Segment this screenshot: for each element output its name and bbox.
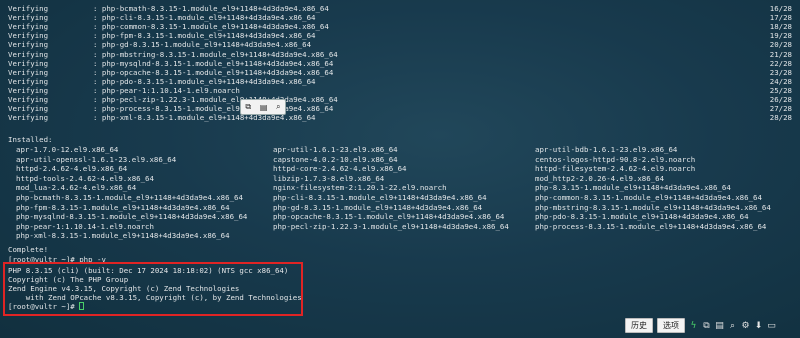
highlight-box — [3, 262, 303, 316]
copy-icon[interactable]: ⧉ — [702, 321, 711, 331]
search-icon[interactable]: ⌕ — [728, 321, 737, 331]
installed-package: php-xml-8.3.15-1.module_el9+1148+4d3da9e… — [16, 231, 230, 241]
verify-label: Verifying — [8, 85, 49, 95]
verify-row: Verifying : php-pecl-zip-1.22.3-1.module_… — [8, 95, 792, 104]
verify-label: Verifying — [8, 40, 49, 50]
installed-package: php-gd-8.3.15-1.module_el9+1148+4d3da9e4… — [273, 202, 483, 212]
verify-package: : php-mysqlnd-8.3.15-1.module_el9+1148+4… — [93, 58, 334, 68]
options-button[interactable]: 选项 — [657, 318, 685, 333]
verify-label: Verifying — [8, 22, 49, 32]
complete-text: Complete! — [8, 245, 49, 254]
installed-package: php-opcache-8.3.15-1.module_el9+1148+4d3… — [273, 212, 505, 222]
verify-row: Verifying : php-mysqlnd-8.3.15-1.module_e… — [8, 59, 792, 68]
download-icon[interactable]: ⬇ — [754, 321, 763, 331]
verify-package: : php-opcache-8.3.15-1.module_el9+1148+4… — [93, 67, 334, 77]
installed-package: php-cli-8.3.15-1.module_el9+1148+4d3da9e… — [273, 193, 487, 202]
installed-package: php-bcmath-8.3.15-1.module_el9+1148+4d3d… — [16, 193, 243, 202]
installed-package: apr-util-1.6.1-23.el9.x86_64 — [273, 145, 398, 154]
verify-row: Verifying : php-cli-8.3.15-1.module_el9+1… — [8, 13, 792, 22]
installed-package: libzip-1.7.3-8.el9.x86_64 — [273, 173, 385, 183]
gear-icon[interactable]: ⚙ — [741, 321, 750, 331]
upload-icon[interactable]: ▭ — [767, 321, 776, 331]
terminal-window[interactable]: Verifying : php-bcmath-8.3.15-1.module_el… — [0, 0, 800, 338]
verify-row: Verifying : php-gd-8.3.15-1.module_el9+11… — [8, 40, 792, 49]
installed-package: httpd-2.4.62-4.el9.x86_64 — [16, 164, 128, 174]
verify-progress: 28/28 — [769, 113, 792, 123]
history-button[interactable]: 历史 — [625, 318, 653, 333]
installed-package: mod_http2-2.0.26-4.el9.x86_64 — [535, 173, 665, 183]
verify-label: Verifying — [8, 95, 49, 104]
verify-label: Verifying — [8, 4, 49, 13]
verify-progress: 26/28 — [769, 95, 792, 104]
lightning-icon[interactable]: ϟ — [689, 321, 698, 331]
verify-row: Verifying : php-bcmath-8.3.15-1.module_el… — [8, 4, 792, 13]
verify-package: : php-pdo-8.3.15-1.module_el9+1148+4d3da… — [93, 76, 316, 86]
installed-package: php-pear-1:1.10.14-1.el9.noarch — [16, 221, 154, 231]
verify-row: Verifying : php-mbstring-8.3.15-1.module_… — [8, 50, 792, 59]
installed-header: Installed: — [8, 135, 53, 144]
installed-package: centos-logos-httpd-90.8-2.el9.noarch — [535, 154, 696, 164]
installed-package: php-common-8.3.15-1.module_el9+1148+4d3d… — [535, 193, 762, 202]
installed-package: php-process-8.3.15-1.module_el9+1148+4d3… — [535, 221, 767, 231]
verify-label: Verifying — [8, 67, 49, 77]
verify-label: Verifying — [8, 31, 49, 41]
verify-package: : php-cli-8.3.15-1.module_el9+1148+4d3da… — [93, 13, 316, 23]
installed-package: apr-util-bdb-1.6.1-23.el9.x86_64 — [535, 145, 678, 154]
installed-package: httpd-core-2.4.62-4.el9.x86_64 — [273, 164, 407, 174]
installed-package: php-pecl-zip-1.22.3-1.module_el9+1148+4d… — [273, 221, 509, 231]
verify-row: Verifying : php-opcache-8.3.15-1.module_e… — [8, 68, 792, 77]
verify-row: Verifying : php-pear-1:1.10.14-1.el9.noar… — [8, 86, 792, 95]
verify-progress: 21/28 — [769, 49, 792, 59]
verify-package: : php-fpm-8.3.15-1.module_el9+1148+4d3da… — [93, 31, 316, 41]
verify-package: : php-process-8.3.15-1.module_el9+1148+4… — [93, 104, 334, 114]
verify-package: : php-gd-8.3.15-1.module_el9+1148+4d3da9… — [93, 40, 312, 50]
verify-package: : php-common-8.3.15-1.module_el9+1148+4d… — [93, 22, 329, 32]
verify-progress: 23/28 — [769, 67, 792, 77]
installed-package: capstone-4.0.2-10.el9.x86_64 — [273, 154, 398, 164]
paste-icon[interactable]: ▤ — [715, 321, 724, 331]
verify-package: : php-mbstring-8.3.15-1.module_el9+1148+… — [93, 49, 338, 59]
installed-package: php-mbstring-8.3.15-1.module_el9+1148+4d… — [535, 202, 771, 212]
installed-package: php-8.3.15-1.module_el9+1148+4d3da9e4.x8… — [535, 183, 731, 193]
verify-label: Verifying — [8, 58, 49, 68]
verify-label: Verifying — [8, 49, 49, 59]
installed-package: php-fpm-8.3.15-1.module_el9+1148+4d3da9e… — [16, 202, 230, 212]
installed-package: php-pdo-8.3.15-1.module_el9+1148+4d3da9e… — [535, 212, 749, 222]
copy-icon[interactable]: ⧉ — [245, 102, 251, 112]
installed-package: mod_lua-2.4.62-4.el9.x86_64 — [16, 183, 137, 193]
installed-package: apr-util-openssl-1.6.1-23.el9.x86_64 — [16, 154, 177, 164]
verify-row: Verifying : php-fpm-8.3.15-1.module_el9+1… — [8, 31, 792, 40]
verify-progress: 18/28 — [769, 22, 792, 32]
verify-progress: 22/28 — [769, 58, 792, 68]
verify-progress: 25/28 — [769, 85, 792, 95]
bottom-toolbar: 历史 选项 ϟ ⧉ ▤ ⌕ ⚙ ⬇ ▭ — [625, 318, 776, 333]
verify-package: : php-pear-1:1.10.14-1.el9.noarch — [93, 85, 240, 95]
verify-label: Verifying — [8, 113, 49, 123]
installed-package: nginx-filesystem-2:1.20.1-22.el9.noarch — [273, 183, 447, 193]
verify-label: Verifying — [8, 104, 49, 114]
selection-toolbar: ⧉ ▤ ⌕ — [240, 99, 286, 115]
verify-package: : php-bcmath-8.3.15-1.module_el9+1148+4d… — [93, 4, 329, 13]
verify-row: Verifying : php-common-8.3.15-1.module_el… — [8, 22, 792, 31]
verify-row: Verifying : php-process-8.3.15-1.module_e… — [8, 104, 792, 113]
verify-progress: 24/28 — [769, 76, 792, 86]
search-icon[interactable]: ⌕ — [276, 102, 280, 112]
verify-progress: 16/28 — [769, 4, 792, 13]
installed-package: httpd-filesystem-2.4.62-4.el9.noarch — [535, 164, 696, 174]
paste-icon[interactable]: ▤ — [260, 103, 268, 112]
verify-progress: 27/28 — [769, 104, 792, 114]
verify-label: Verifying — [8, 76, 49, 86]
verify-progress: 20/28 — [769, 40, 792, 50]
verify-progress: 17/28 — [769, 13, 792, 23]
verify-row: Verifying: php-xml-8.3.15-1.module_el9+1… — [8, 113, 792, 122]
verify-package: : php-pecl-zip-1.22.3-1.module_el9+1148+… — [93, 95, 338, 104]
verify-label: Verifying — [8, 13, 49, 23]
verify-row: Verifying : php-pdo-8.3.15-1.module_el9+1… — [8, 77, 792, 86]
installed-package: php-mysqlnd-8.3.15-1.module_el9+1148+4d3… — [16, 212, 248, 222]
installed-package: httpd-tools-2.4.62-4.el9.x86_64 — [16, 173, 154, 183]
verify-progress: 19/28 — [769, 31, 792, 41]
installed-package: apr-1.7.0-12.el9.x86_64 — [16, 145, 119, 154]
